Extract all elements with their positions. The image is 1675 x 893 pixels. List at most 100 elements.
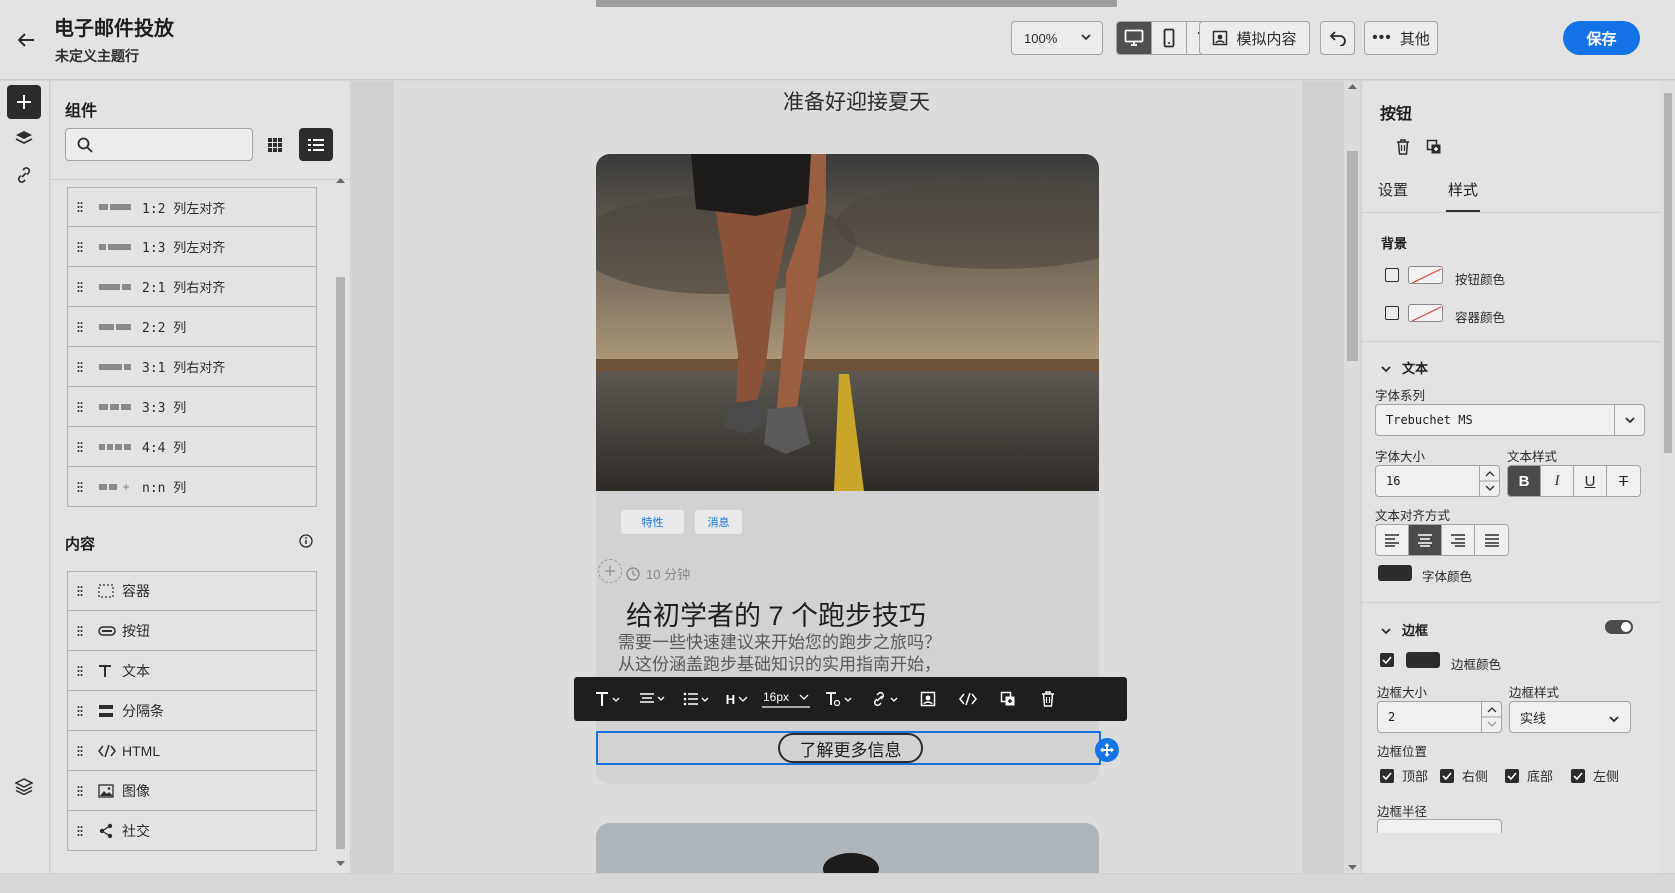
strikethrough-icon[interactable]: T: [1607, 466, 1640, 496]
font-size-control[interactable]: 16px: [758, 677, 814, 721]
align-icon[interactable]: [632, 677, 672, 721]
drag-handle-icon[interactable]: [68, 321, 92, 333]
save-button[interactable]: 保存: [1563, 21, 1640, 55]
components-scrollbar[interactable]: [334, 177, 346, 867]
underline-icon[interactable]: U: [1574, 466, 1607, 496]
button-color-swatch[interactable]: [1408, 266, 1443, 284]
align-justify-icon[interactable]: [1475, 525, 1508, 555]
add-components-icon[interactable]: [7, 85, 41, 119]
code-icon[interactable]: [950, 677, 986, 721]
font-size-stepper[interactable]: [1479, 466, 1500, 496]
drag-handle-icon[interactable]: [68, 401, 92, 413]
drag-handle-icon[interactable]: [68, 441, 92, 453]
link-icon[interactable]: [7, 158, 41, 192]
font-color-swatch[interactable]: [1378, 565, 1412, 581]
content-item-button[interactable]: 按钮: [67, 611, 317, 651]
structure-item[interactable]: n:n 列: [67, 467, 317, 507]
structure-item[interactable]: 1:2 列左对齐: [67, 187, 317, 227]
content-item-html[interactable]: HTML: [67, 731, 317, 771]
undo-button[interactable]: [1320, 21, 1355, 55]
drag-handle-icon[interactable]: [68, 785, 92, 797]
grid-view-icon[interactable]: [258, 128, 292, 161]
content-item-share[interactable]: 社交: [67, 811, 317, 851]
structure-item[interactable]: 1:3 列左对齐: [67, 227, 317, 267]
drag-handle-icon[interactable]: [68, 481, 92, 493]
structure-item[interactable]: 2:2 列: [67, 307, 317, 347]
info-icon[interactable]: [299, 534, 313, 553]
drag-handle-icon[interactable]: [68, 825, 92, 837]
article-heading[interactable]: 给初学者的 7 个跑步技巧: [626, 594, 926, 633]
button-color-checkbox[interactable]: [1385, 268, 1399, 282]
content-item-text[interactable]: 文本: [67, 651, 317, 691]
text-section-label[interactable]: 文本: [1402, 358, 1428, 377]
align-right-icon[interactable]: [1442, 525, 1475, 555]
text-color-icon[interactable]: [818, 677, 860, 721]
drag-handle-icon[interactable]: [68, 361, 92, 373]
content-item-container[interactable]: 容器: [67, 571, 317, 611]
border-position-option[interactable]: 底部: [1505, 766, 1553, 785]
border-position-option[interactable]: 左侧: [1571, 766, 1619, 785]
subject-line[interactable]: 未定义主题行: [55, 46, 139, 66]
layers-settings-icon[interactable]: [7, 769, 41, 803]
chevron-down-icon[interactable]: [1380, 623, 1392, 641]
italic-icon[interactable]: I: [1541, 466, 1574, 496]
drag-handle-icon[interactable]: [68, 665, 92, 677]
tag-news[interactable]: 消息: [695, 510, 742, 534]
canvas-scrollbar[interactable]: [1344, 81, 1360, 873]
content-item-image[interactable]: 图像: [67, 771, 317, 811]
runner-photo[interactable]: [596, 154, 1099, 491]
border-color-checkbox[interactable]: [1380, 653, 1394, 667]
hero-title[interactable]: 准备好迎接夏天: [596, 86, 1117, 116]
border-color-swatch[interactable]: [1406, 652, 1440, 668]
font-size-input[interactable]: 16: [1375, 465, 1500, 497]
border-radius-input[interactable]: [1377, 819, 1502, 833]
structure-item[interactable]: 4:4 列: [67, 427, 317, 467]
zoom-select[interactable]: 100%: [1011, 21, 1103, 55]
content-item-divider[interactable]: 分隔条: [67, 691, 317, 731]
link-icon[interactable]: [864, 677, 906, 721]
article-description[interactable]: 需要一些快速建议来开始您的跑步之旅吗？ 从这份涵盖跑步基础知识的实用指南开始，: [618, 632, 1058, 676]
component-search-input[interactable]: [65, 128, 253, 161]
text-type-icon[interactable]: [588, 677, 628, 721]
mobile-view-icon[interactable]: [1152, 22, 1187, 54]
personalize-icon[interactable]: [910, 677, 946, 721]
duplicate-icon[interactable]: [990, 677, 1026, 721]
cta-button[interactable]: 了解更多信息: [778, 733, 923, 763]
align-left-icon[interactable]: [1376, 525, 1409, 555]
border-size-stepper[interactable]: [1481, 702, 1502, 732]
back-arrow-icon[interactable]: [12, 26, 40, 54]
delete-icon[interactable]: [1030, 677, 1066, 721]
selected-button-row[interactable]: 了解更多信息: [596, 731, 1119, 765]
duplicate-icon[interactable]: [1423, 136, 1445, 158]
drag-handle-icon[interactable]: [68, 585, 92, 597]
delete-icon[interactable]: [1392, 136, 1414, 158]
chevron-down-icon[interactable]: [1614, 405, 1644, 435]
border-size-input[interactable]: 2: [1377, 701, 1502, 733]
font-family-select[interactable]: Trebuchet MS: [1375, 404, 1645, 436]
border-section-label[interactable]: 边框: [1402, 620, 1428, 639]
add-element-icon[interactable]: [1095, 738, 1119, 762]
tag-feature[interactable]: 特性: [621, 510, 684, 534]
chevron-down-icon[interactable]: [1380, 361, 1392, 379]
border-style-select[interactable]: 实线: [1509, 701, 1631, 733]
container-color-checkbox[interactable]: [1385, 306, 1399, 320]
tab-style[interactable]: 样式: [1448, 179, 1478, 200]
structure-item[interactable]: 2:1 列右对齐: [67, 267, 317, 307]
container-color-swatch[interactable]: [1408, 304, 1443, 322]
more-button[interactable]: ••• 其他: [1364, 21, 1438, 55]
drag-handle-icon[interactable]: [68, 705, 92, 717]
properties-scrollbar[interactable]: [1661, 81, 1675, 873]
heading-icon[interactable]: H: [720, 677, 754, 721]
drag-handle-icon[interactable]: [68, 745, 92, 757]
list-icon[interactable]: [676, 677, 716, 721]
position-checkbox[interactable]: [1380, 768, 1394, 783]
border-position-option[interactable]: 右侧: [1440, 766, 1488, 785]
position-checkbox[interactable]: [1440, 768, 1454, 783]
layers-icon[interactable]: [7, 121, 41, 155]
structure-item[interactable]: 3:1 列右对齐: [67, 347, 317, 387]
drag-handle-icon[interactable]: [68, 241, 92, 253]
bold-icon[interactable]: B: [1508, 466, 1541, 496]
drag-handle-icon[interactable]: [68, 201, 92, 213]
position-checkbox[interactable]: [1505, 768, 1519, 783]
desktop-view-icon[interactable]: [1117, 22, 1152, 54]
